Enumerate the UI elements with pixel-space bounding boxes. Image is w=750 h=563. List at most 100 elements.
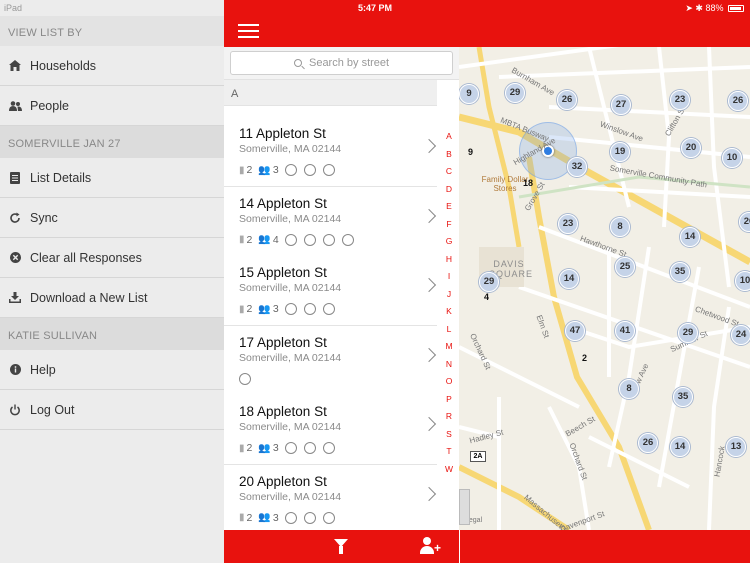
sidebar-item-people[interactable]: People [0, 86, 224, 126]
map-cluster[interactable]: 8 [619, 379, 639, 399]
sidebar-item-list-details[interactable]: List Details [0, 158, 224, 198]
alphabet-letter[interactable]: D [439, 184, 459, 202]
search-input[interactable]: Search by street [230, 51, 453, 75]
map-cluster[interactable]: 26 [557, 90, 577, 110]
sidebar-item-households[interactable]: Households [0, 46, 224, 86]
alphabet-letter[interactable]: L [439, 324, 459, 342]
response-circle[interactable] [303, 442, 316, 454]
drag-handle[interactable] [459, 489, 470, 525]
bottom-toolbar: + [224, 530, 459, 563]
map-cluster[interactable]: 13 [726, 437, 746, 457]
map-cluster[interactable]: 25 [615, 257, 635, 277]
map-pin[interactable]: 4 [484, 292, 489, 302]
sidebar-item-download-list[interactable]: Download a New List [0, 278, 224, 318]
alphabet-letter[interactable]: P [439, 394, 459, 412]
map-cluster[interactable]: 24 [731, 325, 750, 345]
sidebar-item-help[interactable]: Help [0, 350, 224, 390]
response-circle[interactable] [284, 233, 297, 246]
alphabet-letter[interactable]: N [439, 359, 459, 377]
response-circle[interactable] [322, 511, 335, 524]
map-cluster[interactable]: 14 [559, 269, 579, 289]
list-item[interactable]: 15 Appleton St Somerville, MA 02144 ▮ 2 👥 3 [224, 256, 437, 326]
map-cluster[interactable]: 41 [615, 321, 635, 341]
alphabet-letter[interactable]: F [439, 219, 459, 237]
section-header-user: KATIE SULLIVAN [0, 318, 224, 350]
people-icon [8, 99, 22, 113]
alphabet-letter[interactable]: H [439, 254, 459, 272]
bluetooth-icon: ✱ [695, 3, 703, 13]
response-circle[interactable] [322, 442, 335, 454]
response-circle[interactable] [322, 233, 335, 246]
map-cluster[interactable]: 29 [505, 83, 525, 103]
response-circle[interactable] [341, 233, 354, 246]
sidebar-item-clear-responses[interactable]: Clear all Responses [0, 238, 224, 278]
map-cluster[interactable]: 19 [610, 142, 630, 162]
add-person-icon[interactable]: + [420, 537, 442, 555]
alphabet-letter[interactable]: O [439, 376, 459, 394]
filter-icon[interactable] [334, 539, 348, 554]
map-cluster[interactable]: 26 [638, 433, 658, 453]
alphabet-letter[interactable]: J [439, 289, 459, 307]
alphabet-letter[interactable]: A [439, 131, 459, 149]
city: Somerville, MA 02144 [239, 282, 342, 294]
map-pin[interactable]: 18 [523, 178, 533, 188]
response-circle[interactable] [284, 303, 297, 315]
people-icon: 👥 [258, 442, 271, 454]
map-cluster[interactable]: 20 [681, 138, 701, 158]
map-cluster[interactable]: 29 [479, 272, 499, 292]
response-circle[interactable] [284, 442, 297, 454]
response-circle[interactable] [303, 233, 316, 246]
response-circle[interactable] [284, 164, 297, 176]
map-cluster[interactable]: 14 [680, 227, 700, 247]
alphabet-letter[interactable]: E [439, 201, 459, 219]
map-cluster[interactable]: 10 [722, 148, 742, 168]
map-cluster[interactable]: 8 [610, 217, 630, 237]
route-shield: 2A [470, 451, 486, 462]
map-cluster[interactable]: 47 [565, 321, 585, 341]
map-pin[interactable]: 9 [468, 147, 473, 157]
map-cluster[interactable]: 26 [728, 91, 748, 111]
map-cluster[interactable]: 10 [735, 271, 750, 291]
map-cluster[interactable]: 32 [567, 157, 587, 177]
alphabet-letter[interactable]: W [439, 464, 459, 482]
list-item[interactable]: 11 Appleton St Somerville, MA 02144 ▮ 2 👥 3 [224, 117, 437, 187]
people-count: 3 [272, 511, 279, 524]
map-cluster[interactable]: 29 [678, 323, 698, 343]
map-view[interactable]: Burnham Ave Highland Ave MBTA Busway Win… [459, 47, 750, 530]
alphabet-letter[interactable]: I [439, 271, 459, 289]
info-icon [8, 363, 22, 377]
response-circle[interactable] [303, 164, 316, 176]
people-count: 4 [272, 233, 279, 246]
alphabet-letter[interactable]: M [439, 341, 459, 359]
map-cluster[interactable]: 23 [558, 214, 578, 234]
map-cluster[interactable]: 14 [670, 437, 690, 457]
map-cluster[interactable]: 35 [673, 387, 693, 407]
response-circle[interactable] [239, 372, 251, 385]
response-circle[interactable] [284, 511, 297, 524]
sidebar-item-sync[interactable]: Sync [0, 198, 224, 238]
list-item[interactable]: 18 Appleton St Somerville, MA 02144 ▮ 2 👥 3 [224, 395, 437, 465]
map-cluster[interactable]: 23 [670, 90, 690, 110]
response-circle[interactable] [303, 303, 316, 315]
alphabet-letter[interactable]: T [439, 446, 459, 464]
map-cluster[interactable]: 27 [611, 95, 631, 115]
household-count: 2 [246, 511, 253, 524]
list-item[interactable]: 14 Appleton St Somerville, MA 02144 ▮ 2 👥 4 [224, 186, 437, 257]
alphabet-letter[interactable]: G [439, 236, 459, 254]
battery-indicator: ➤ ✱ 88% [685, 3, 744, 14]
alphabet-letter[interactable]: K [439, 306, 459, 324]
hamburger-menu-icon[interactable] [238, 24, 259, 38]
list-item[interactable]: 17 Appleton St Somerville, MA 02144 [224, 325, 437, 396]
map-pin[interactable]: 2 [582, 353, 587, 363]
alphabet-letter[interactable]: S [439, 429, 459, 447]
response-circle[interactable] [303, 511, 316, 524]
alphabet-letter[interactable]: C [439, 166, 459, 184]
alphabet-letter[interactable]: R [439, 411, 459, 429]
map-cluster[interactable]: 35 [670, 262, 690, 282]
response-circle[interactable] [322, 303, 335, 315]
map-cluster[interactable]: 9 [459, 84, 479, 104]
sidebar-item-log-out[interactable]: Log Out [0, 390, 224, 430]
response-circle[interactable] [322, 164, 335, 176]
alphabet-letter[interactable]: B [439, 149, 459, 167]
list-item[interactable]: 20 Appleton St Somerville, MA 02144 ▮ 2 👥 3 [224, 464, 437, 530]
